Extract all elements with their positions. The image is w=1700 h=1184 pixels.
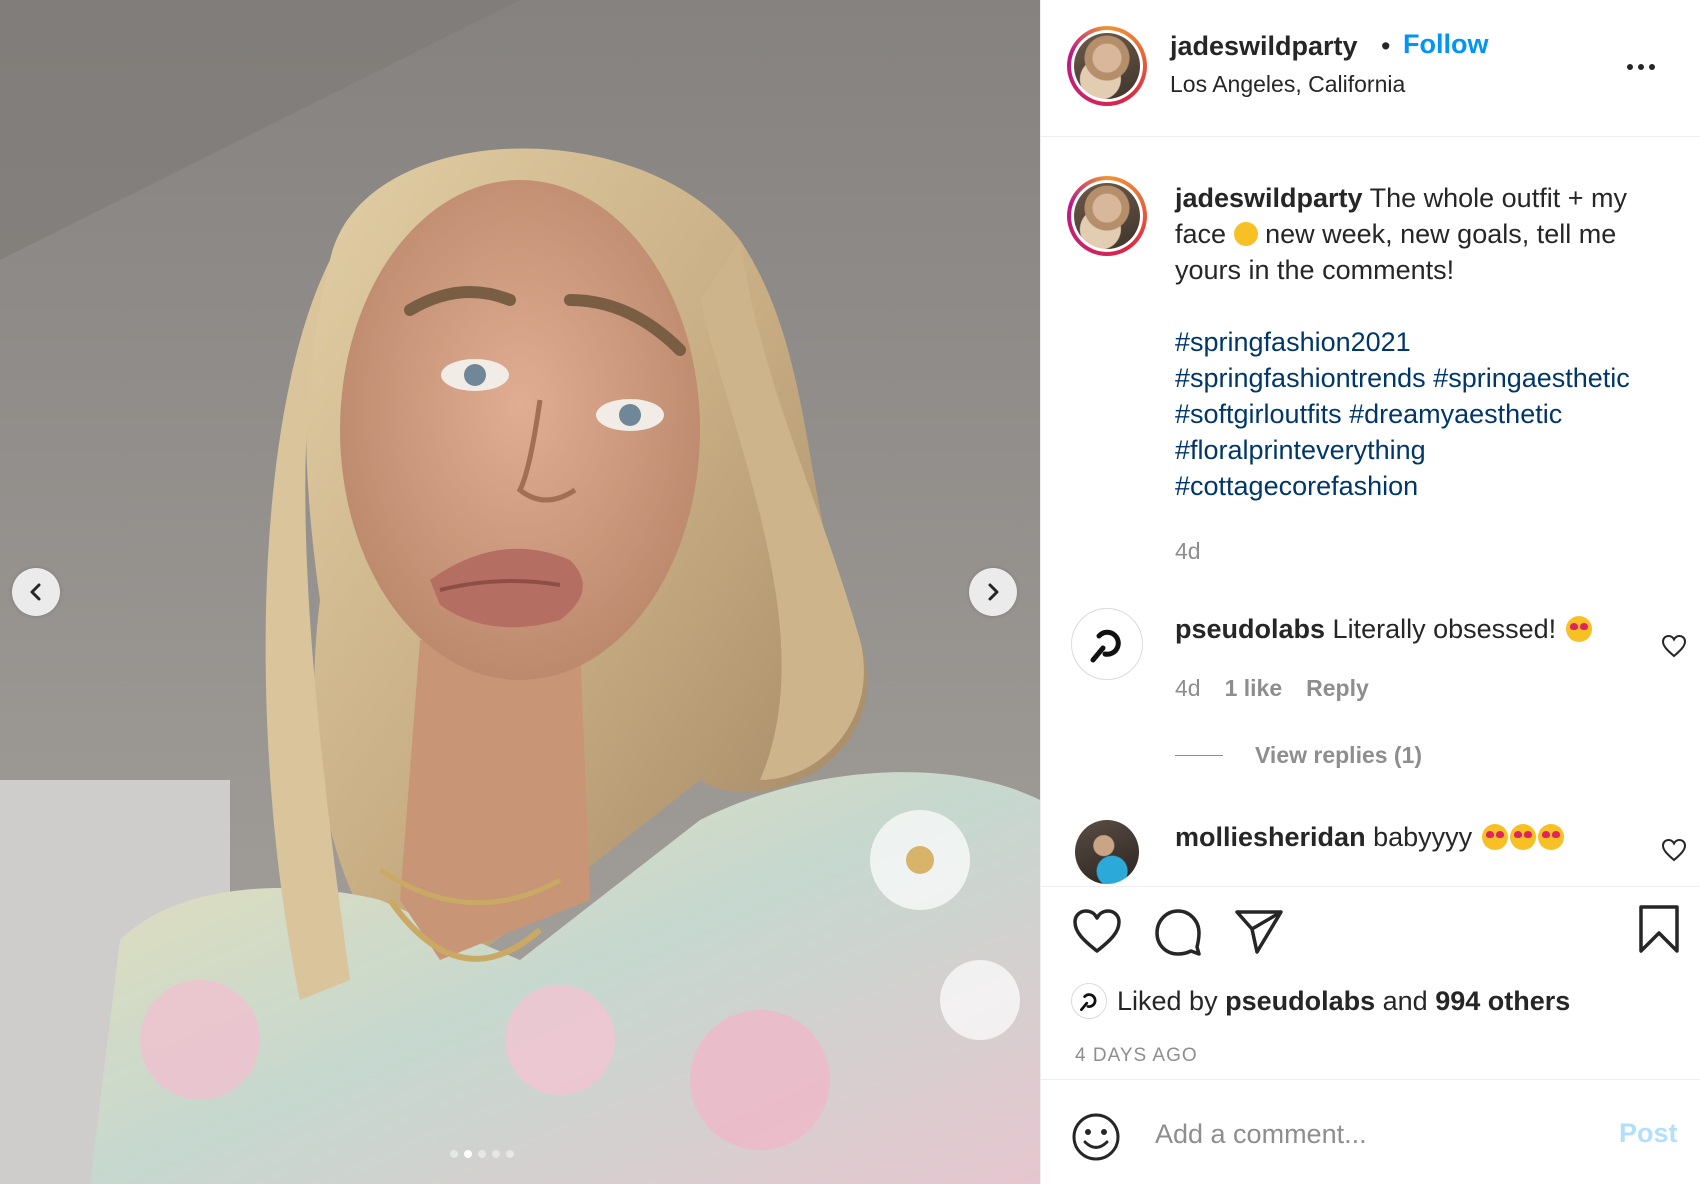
post-side-panel: jadeswildparty • Follow Los Angeles, Cal… — [1040, 0, 1700, 1184]
comment-text: molliesheridan babyyyy — [1175, 822, 1564, 853]
comment-username[interactable]: pseudolabs — [1175, 614, 1325, 644]
comment-reply-button[interactable]: Reply — [1306, 675, 1369, 702]
heart-eyes-icon — [1565, 616, 1592, 642]
next-photo-button[interactable] — [969, 568, 1017, 616]
post-header: jadeswildparty • Follow Los Angeles, Cal… — [1041, 0, 1700, 137]
post-media — [0, 0, 1040, 1184]
liked-by-user[interactable]: pseudolabs — [1225, 986, 1375, 1017]
post-actions: Liked by pseudolabs and 994 others 4 DAY… — [1041, 886, 1700, 1076]
heart-eyes-icon — [1481, 824, 1508, 850]
comment-text: pseudolabs Literally obsessed! — [1175, 614, 1592, 645]
comment-like-heart-icon[interactable] — [1661, 838, 1687, 862]
author-username[interactable]: jadeswildparty — [1170, 31, 1358, 62]
post-photo — [0, 0, 1040, 1184]
replies-divider-line — [1175, 755, 1223, 756]
hashtag-link[interactable]: #cottagecorefashion — [1175, 471, 1418, 501]
caption-username[interactable]: jadeswildparty — [1175, 183, 1363, 213]
author-avatar-image — [1074, 33, 1140, 99]
smiley-icon[interactable] — [1071, 1112, 1121, 1162]
heart-icon[interactable] — [1071, 907, 1123, 955]
caption-timestamp: 4d — [1175, 538, 1201, 564]
carousel-dot-active — [464, 1150, 472, 1158]
heart-eyes-icon — [1537, 824, 1564, 850]
pseudolabs-logo-icon — [1090, 629, 1121, 663]
caption-hashtags: #springfashion2021 #springfashiontrends … — [1175, 324, 1685, 504]
carousel-dot — [478, 1150, 486, 1158]
hashtag-link[interactable]: #springaesthetic — [1433, 363, 1630, 393]
comment-body: babyyyy — [1373, 822, 1473, 852]
comment-input[interactable] — [1153, 1108, 1557, 1160]
liked-by-and: and — [1382, 985, 1428, 1016]
header-separator: • — [1381, 31, 1391, 61]
hashtag-link[interactable]: #dreamyaesthetic — [1349, 399, 1562, 429]
comment-composer: Post — [1041, 1079, 1700, 1184]
chevron-right-icon — [988, 583, 999, 601]
carousel-dot — [506, 1150, 514, 1158]
chevron-left-icon — [30, 583, 41, 601]
bookmark-icon[interactable] — [1635, 903, 1683, 955]
post-date: 4 DAYS AGO — [1075, 1045, 1198, 1066]
carousel-indicator — [450, 1150, 514, 1158]
liked-by-prefix: Liked by — [1117, 985, 1218, 1016]
hashtag-link[interactable]: #springfashiontrends — [1175, 363, 1426, 393]
post-caption: jadeswildparty The whole outfit + my fac… — [1175, 180, 1675, 288]
caption-author-avatar-image — [1074, 183, 1140, 249]
comment-timestamp: 4d — [1175, 675, 1201, 701]
comment-likes-count[interactable]: 1 like — [1225, 675, 1283, 702]
paper-plane-icon[interactable] — [1233, 907, 1285, 955]
view-replies-label: View replies (1) — [1255, 742, 1423, 768]
post-comment-button[interactable]: Post — [1619, 1118, 1678, 1149]
follow-button[interactable]: Follow — [1403, 29, 1488, 60]
comment-bubble-icon[interactable] — [1153, 907, 1203, 957]
heart-eyes-icon — [1509, 824, 1536, 850]
comment-meta: 4d 1 like Reply — [1175, 675, 1369, 702]
upside-down-face-icon — [1233, 222, 1258, 246]
liker-avatar[interactable] — [1071, 983, 1107, 1019]
view-replies-button[interactable]: View replies (1) — [1175, 742, 1422, 769]
carousel-dot — [492, 1150, 500, 1158]
comment-like-heart-icon[interactable] — [1661, 634, 1687, 658]
author-avatar[interactable] — [1067, 26, 1147, 106]
previous-photo-button[interactable] — [12, 568, 60, 616]
more-options-icon[interactable] — [1621, 52, 1661, 82]
commenter-avatar[interactable] — [1075, 820, 1139, 884]
hashtag-link[interactable]: #floralprinteverything — [1175, 435, 1426, 465]
comment-username[interactable]: molliesheridan — [1175, 822, 1366, 852]
hashtag-link[interactable]: #softgirloutfits — [1175, 399, 1342, 429]
pseudolabs-logo-icon — [1080, 993, 1097, 1012]
comments-list[interactable]: jadeswildparty The whole outfit + my fac… — [1041, 138, 1700, 886]
carousel-dot — [450, 1150, 458, 1158]
hashtag-link[interactable]: #springfashion2021 — [1175, 327, 1411, 357]
liked-by-summary[interactable]: Liked by pseudolabs and 994 others — [1071, 983, 1570, 1019]
caption-author-avatar[interactable] — [1067, 176, 1147, 256]
liked-by-others[interactable]: 994 others — [1435, 986, 1570, 1017]
comment-body: Literally obsessed! — [1332, 614, 1557, 644]
commenter-avatar[interactable] — [1071, 608, 1143, 680]
post-location[interactable]: Los Angeles, California — [1170, 71, 1405, 98]
